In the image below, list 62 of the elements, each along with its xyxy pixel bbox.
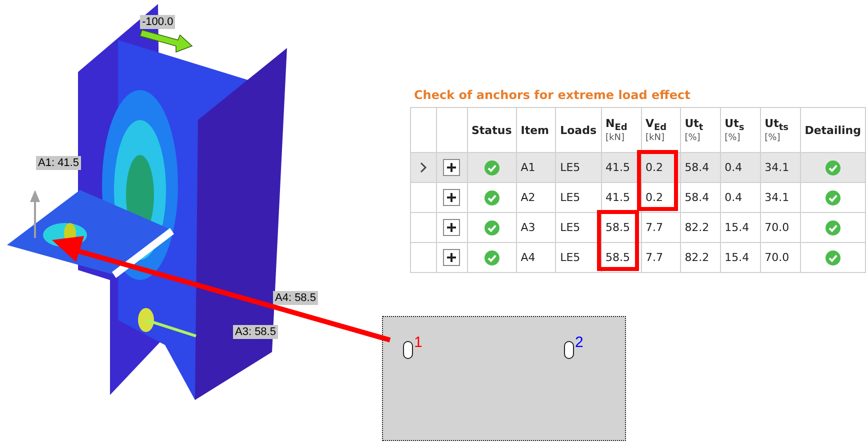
column-unit: [kN] — [606, 133, 626, 144]
table-cell: 15.4 — [724, 251, 750, 264]
table-cell: 41.5 — [606, 161, 630, 174]
expand-icon[interactable] — [443, 189, 460, 206]
column-header: V$_{Ed}$ — [646, 116, 668, 134]
table-cell: 70.0 — [764, 221, 790, 234]
load-label: -100.0 — [140, 15, 176, 29]
table-cell: 34.1 — [764, 191, 790, 204]
highlight-frame — [637, 150, 678, 210]
table-cell: 15.4 — [724, 221, 750, 234]
column-header: Loads — [560, 124, 597, 136]
table-cell: 0.2 — [646, 191, 663, 204]
table-cell: LE5 — [560, 191, 580, 204]
chevron-icon — [420, 162, 427, 174]
column-header: Ut$_{t}$ — [684, 116, 704, 134]
table-row[interactable]: A3 LE5 58.5 7.7 82.2 15.4 70.0 — [410, 212, 866, 242]
table-cell: A2 — [520, 191, 536, 204]
anchor-label: A1: 41.5 — [36, 156, 81, 170]
table-cell: 0.2 — [646, 161, 663, 174]
anchor-label: A3: 58.5 — [233, 325, 278, 339]
table-row[interactable]: A1 LE5 41.5 0.2 58.4 0.4 34.1 — [410, 152, 866, 182]
table-cell: 82.2 — [684, 251, 710, 264]
column-header: Status — [472, 124, 512, 136]
table-cell: 58.4 — [684, 191, 710, 204]
table-cell: A4 — [520, 251, 536, 264]
table-cell: 70.0 — [764, 251, 790, 264]
table-row[interactable]: A4 LE5 58.5 7.7 82.2 15.4 70.0 — [410, 242, 866, 272]
column-unit: [%] — [724, 133, 742, 144]
anchor-number: 1 — [414, 335, 422, 350]
table-cell: 82.2 — [684, 221, 710, 234]
column-header: Ut$_{s}$ — [724, 116, 746, 134]
table-cell: 0.4 — [724, 191, 742, 204]
column-header: Item — [520, 124, 550, 136]
table-cell: A1 — [520, 161, 536, 174]
table-cell: 7.7 — [646, 221, 663, 234]
anchor-label: A4: 58.5 — [273, 291, 318, 305]
table-cell: 58.5 — [606, 251, 630, 264]
anchor-hole — [403, 341, 413, 359]
table-cell: 41.5 — [606, 191, 630, 204]
column-header: N$_{Ed}$ — [606, 116, 628, 134]
table-cell: 0.4 — [724, 161, 742, 174]
anchor-number: 2 — [575, 335, 584, 350]
table-row[interactable]: A2 LE5 41.5 0.2 58.4 0.4 34.1 — [410, 182, 866, 212]
column-unit: [%] — [764, 133, 782, 144]
table-cell: A3 — [520, 221, 536, 234]
table-cell: LE5 — [560, 251, 580, 264]
column-unit: [kN] — [646, 133, 666, 144]
table-cell: 58.5 — [606, 221, 630, 234]
expand-icon[interactable] — [443, 219, 460, 236]
column-unit: [%] — [684, 133, 702, 144]
column-header: Detailing — [804, 124, 861, 136]
table-cell: 34.1 — [764, 161, 790, 174]
table-cell: 7.7 — [646, 251, 663, 264]
table-cell: LE5 — [560, 161, 580, 174]
column-header: Ut$_{ts}$ — [764, 116, 790, 134]
expand-icon[interactable] — [443, 159, 460, 176]
table-cell: 58.4 — [684, 161, 710, 174]
expand-icon[interactable] — [443, 249, 460, 266]
anchor-hole — [564, 341, 574, 359]
table-cell: LE5 — [560, 221, 580, 234]
highlight-frame — [597, 210, 639, 270]
table-title: Check of anchors for extreme load effect — [414, 88, 692, 102]
